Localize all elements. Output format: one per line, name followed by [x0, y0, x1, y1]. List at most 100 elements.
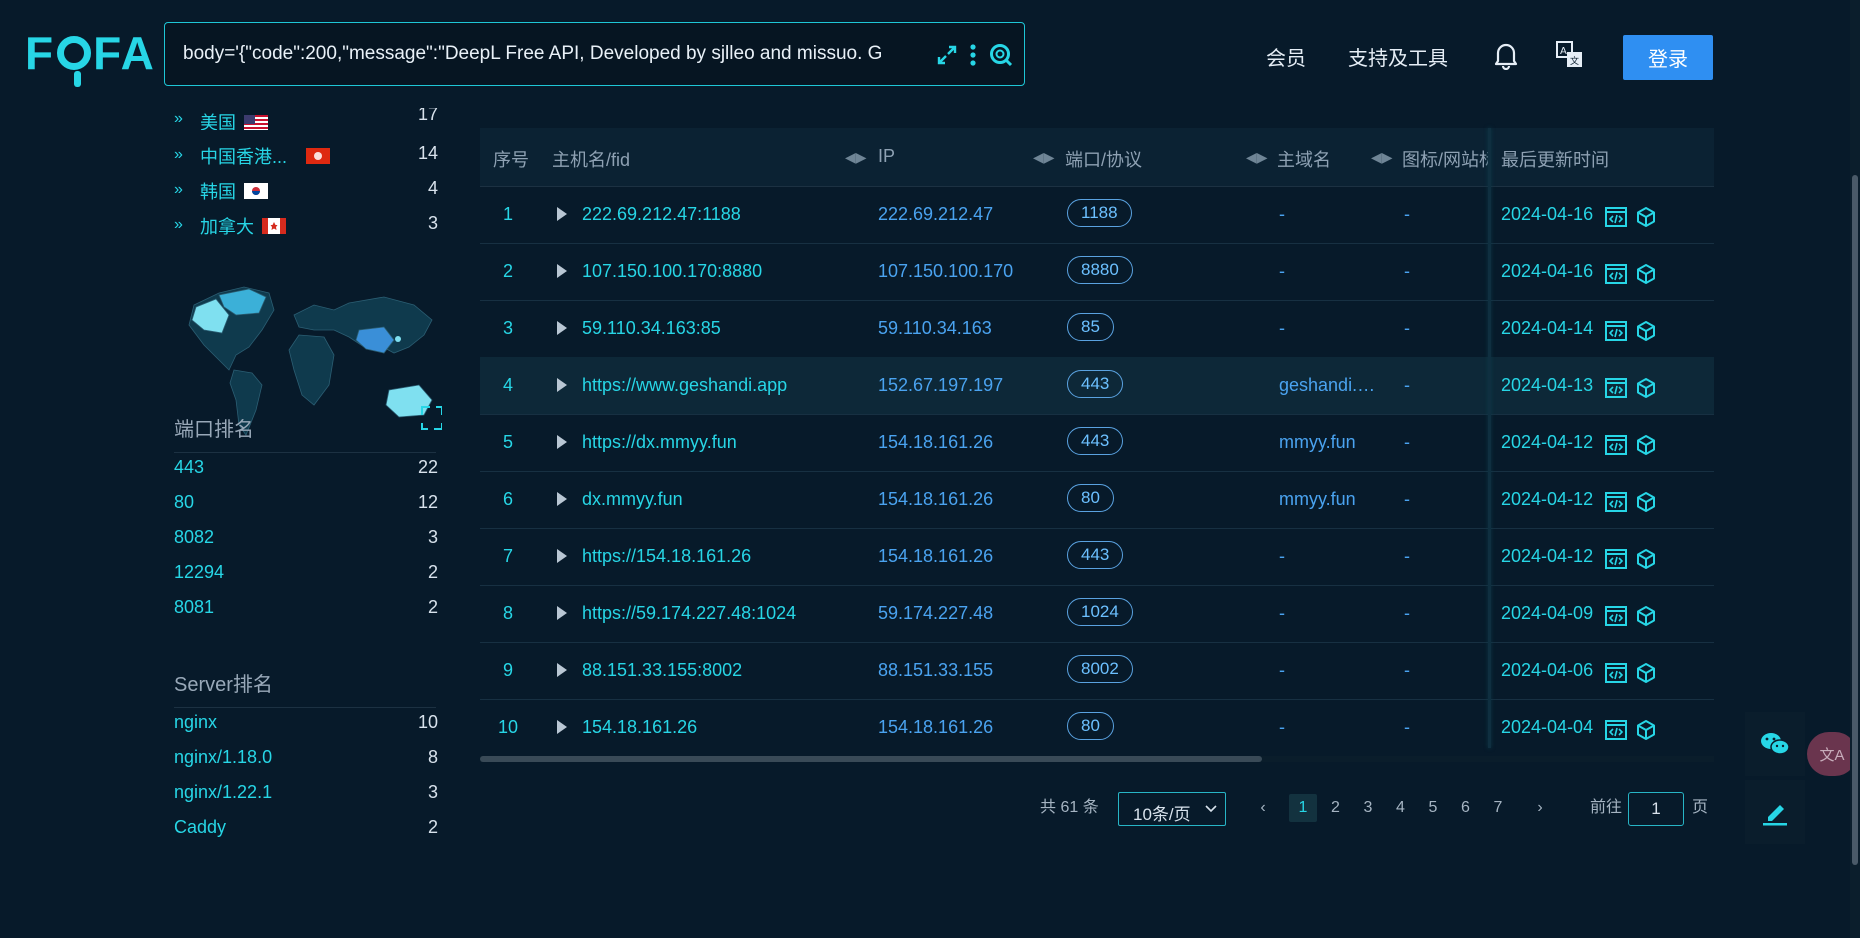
- cube-icon[interactable]: [1634, 376, 1658, 400]
- cube-icon[interactable]: [1634, 547, 1658, 571]
- column-resize-icon[interactable]: ◀▶: [845, 149, 867, 166]
- horizontal-scrollbar[interactable]: [480, 756, 1714, 762]
- port-rank-item[interactable]: 80 12: [174, 490, 442, 518]
- host-link[interactable]: https://154.18.161.26: [582, 546, 852, 567]
- domain-link[interactable]: geshandi.a...: [1279, 375, 1379, 396]
- port-rank-item[interactable]: 443 22: [174, 455, 442, 483]
- port-badge[interactable]: 1188: [1067, 199, 1132, 227]
- code-view-icon[interactable]: [1604, 490, 1628, 514]
- search-input[interactable]: body='{"code":200,"message":"DeepL Free …: [183, 43, 921, 67]
- page-number-4[interactable]: 4: [1387, 794, 1415, 822]
- host-link[interactable]: 59.110.34.163:85: [582, 318, 852, 339]
- expand-row-icon[interactable]: [557, 549, 567, 563]
- feedback-button[interactable]: [1745, 780, 1805, 844]
- cube-icon[interactable]: [1634, 604, 1658, 628]
- code-view-icon[interactable]: [1604, 604, 1628, 628]
- domain-link[interactable]: -: [1279, 261, 1379, 282]
- table-row[interactable]: 1 222.69.212.47:1188 222.69.212.47 1188 - - 20…: [480, 186, 1714, 244]
- code-view-icon[interactable]: [1604, 262, 1628, 286]
- page-number-3[interactable]: 3: [1354, 794, 1382, 822]
- code-view-icon[interactable]: [1604, 205, 1628, 229]
- host-link[interactable]: 107.150.100.170:8880: [582, 261, 852, 282]
- table-row[interactable]: 6 dx.mmyy.fun 154.18.161.26 80 mmyy.fun - 2024…: [480, 471, 1714, 529]
- scrollbar-thumb[interactable]: [480, 756, 1262, 762]
- table-row[interactable]: 9 88.151.33.155:8002 88.151.33.155 8002 - - 20…: [480, 642, 1714, 700]
- more-options-icon[interactable]: [959, 41, 987, 69]
- language-icon[interactable]: A文: [1553, 38, 1587, 72]
- expand-row-icon[interactable]: [557, 720, 567, 734]
- port-badge[interactable]: 85: [1067, 313, 1114, 341]
- table-row[interactable]: 10 154.18.161.26 154.18.161.26 80 - - 2024-04-…: [480, 699, 1714, 757]
- table-row[interactable]: 3 59.110.34.163:85 59.110.34.163 85 - - 2024-0…: [480, 300, 1714, 358]
- nav-membership[interactable]: 会员: [1266, 42, 1306, 71]
- expand-row-icon[interactable]: [557, 207, 567, 221]
- goto-page-input[interactable]: 1: [1628, 792, 1684, 826]
- ip-link[interactable]: 154.18.161.26: [878, 717, 1048, 738]
- country-item-hk[interactable]: » 中国香港... 14: [174, 140, 442, 170]
- ip-link[interactable]: 107.150.100.170: [878, 261, 1048, 282]
- server-rank-item[interactable]: Caddy 2: [174, 815, 442, 843]
- expand-row-icon[interactable]: [557, 606, 567, 620]
- ip-link[interactable]: 59.174.227.48: [878, 603, 1048, 624]
- code-view-icon[interactable]: [1604, 376, 1628, 400]
- port-badge[interactable]: 443: [1067, 370, 1124, 398]
- cube-icon[interactable]: [1634, 718, 1658, 742]
- vertical-scrollbar[interactable]: [1850, 0, 1860, 938]
- domain-link[interactable]: -: [1279, 660, 1379, 681]
- column-resize-icon[interactable]: ◀▶: [1371, 149, 1393, 166]
- port-badge[interactable]: 8880: [1067, 256, 1133, 284]
- cube-icon[interactable]: [1634, 262, 1658, 286]
- port-badge[interactable]: 80: [1067, 712, 1114, 740]
- port-rank-item[interactable]: 8082 3: [174, 525, 442, 553]
- page-number-1[interactable]: 1: [1289, 794, 1317, 822]
- ip-link[interactable]: 59.110.34.163: [878, 318, 1048, 339]
- domain-link[interactable]: -: [1279, 204, 1379, 225]
- domain-link[interactable]: -: [1279, 717, 1379, 738]
- scrollbar-thumb[interactable]: [1852, 175, 1858, 865]
- code-view-icon[interactable]: [1604, 319, 1628, 343]
- port-rank-item[interactable]: 12294 2: [174, 560, 442, 588]
- wechat-button[interactable]: [1745, 712, 1805, 776]
- ip-link[interactable]: 152.67.197.197: [878, 375, 1048, 396]
- search-box[interactable]: body='{"code":200,"message":"DeepL Free …: [164, 22, 1025, 86]
- prev-page-icon[interactable]: ‹: [1249, 794, 1277, 822]
- page-number-5[interactable]: 5: [1419, 794, 1447, 822]
- expand-row-icon[interactable]: [557, 321, 567, 335]
- nav-support-tools[interactable]: 支持及工具: [1348, 42, 1448, 71]
- expand-row-icon[interactable]: [557, 435, 567, 449]
- server-rank-item[interactable]: nginx 10: [174, 710, 442, 738]
- bell-icon[interactable]: [1489, 38, 1523, 72]
- expand-row-icon[interactable]: [557, 264, 567, 278]
- cube-icon[interactable]: [1634, 661, 1658, 685]
- table-row[interactable]: 2 107.150.100.170:8880 107.150.100.170 8880…: [480, 243, 1714, 301]
- ip-link[interactable]: 154.18.161.26: [878, 489, 1048, 510]
- port-badge[interactable]: 80: [1067, 484, 1114, 512]
- table-row[interactable]: 7 https://154.18.161.26 154.18.161.26 443 - -…: [480, 528, 1714, 586]
- host-link[interactable]: dx.mmyy.fun: [582, 489, 852, 510]
- code-view-icon[interactable]: [1604, 433, 1628, 457]
- page-number-7[interactable]: 7: [1484, 794, 1512, 822]
- code-view-icon[interactable]: [1604, 718, 1628, 742]
- expand-icon[interactable]: [933, 41, 961, 69]
- search-icon[interactable]: [987, 41, 1015, 69]
- host-link[interactable]: 88.151.33.155:8002: [582, 660, 852, 681]
- host-link[interactable]: https://dx.mmyy.fun: [582, 432, 852, 453]
- table-row[interactable]: 4 https://www.geshandi.app 152.67.197.197 4…: [480, 357, 1714, 415]
- expand-row-icon[interactable]: [557, 378, 567, 392]
- fofa-logo[interactable]: F FA: [25, 27, 156, 87]
- page-size-select[interactable]: 10条/页: [1118, 792, 1226, 826]
- port-badge[interactable]: 1024: [1067, 598, 1133, 626]
- page-number-2[interactable]: 2: [1322, 794, 1350, 822]
- code-view-icon[interactable]: [1604, 661, 1628, 685]
- port-badge[interactable]: 8002: [1067, 655, 1133, 683]
- code-view-icon[interactable]: [1604, 547, 1628, 571]
- page-number-6[interactable]: 6: [1452, 794, 1480, 822]
- host-link[interactable]: 222.69.212.47:1188: [582, 204, 852, 225]
- host-link[interactable]: https://www.geshandi.app: [582, 375, 852, 396]
- cube-icon[interactable]: [1634, 433, 1658, 457]
- domain-link[interactable]: mmyy.fun: [1279, 489, 1379, 510]
- ip-link[interactable]: 154.18.161.26: [878, 432, 1048, 453]
- port-badge[interactable]: 443: [1067, 541, 1124, 569]
- column-resize-icon[interactable]: ◀▶: [1246, 149, 1268, 166]
- country-item-kr[interactable]: » 韩国 4: [174, 175, 442, 205]
